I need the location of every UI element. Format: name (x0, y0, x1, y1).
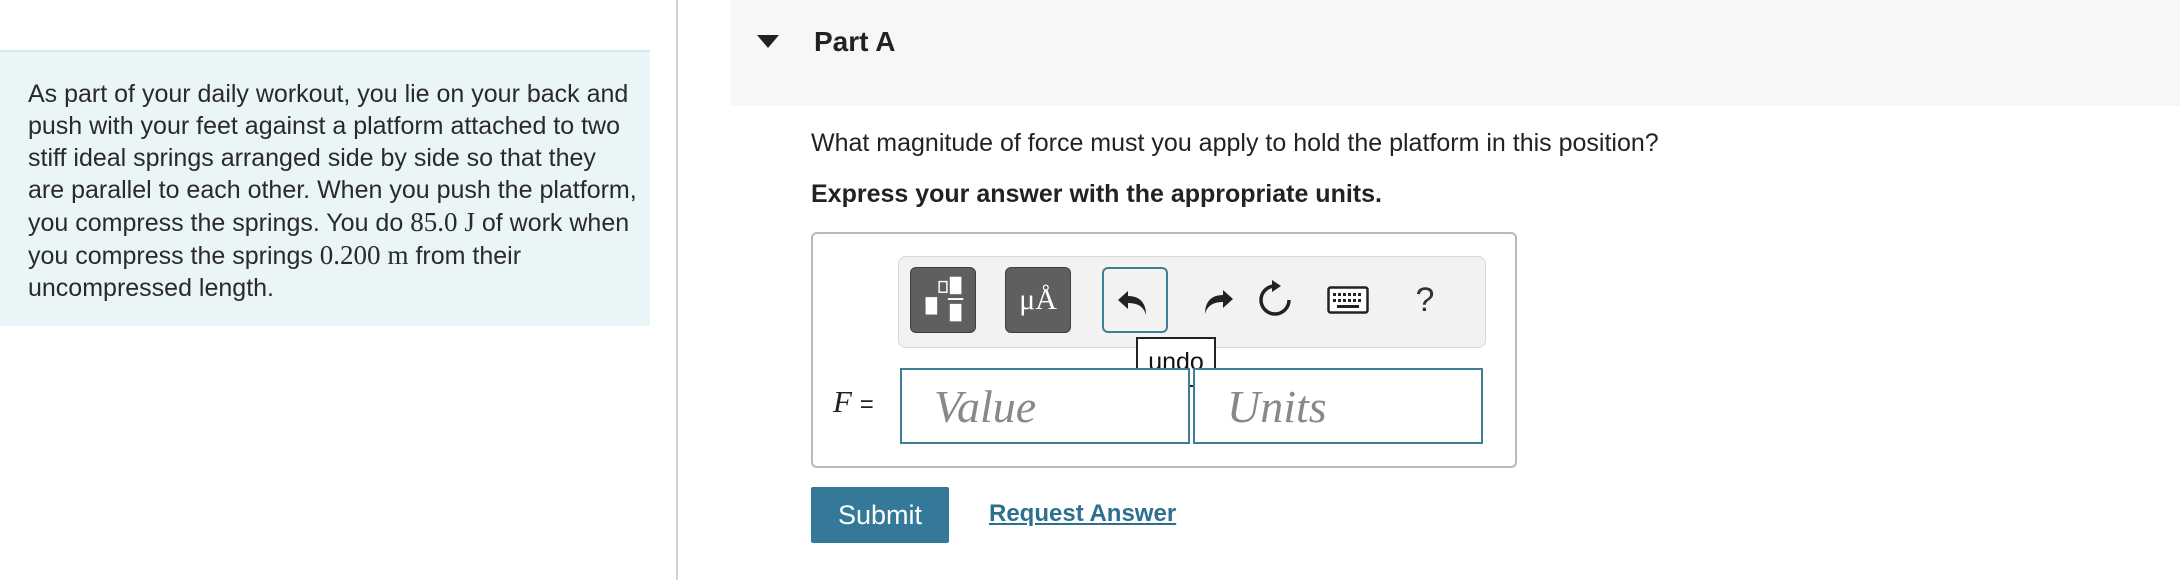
value-input[interactable] (900, 368, 1190, 444)
request-answer-link[interactable]: Request Answer (989, 500, 1176, 528)
panel-divider (676, 0, 678, 580)
redo-button[interactable] (1191, 267, 1243, 333)
part-header[interactable]: Part A (730, 0, 2180, 106)
math-toolbar: μÅ ? (898, 256, 1486, 348)
problem-text: As part of your daily workout, you lie o… (28, 80, 637, 302)
work-unit: J (464, 207, 475, 237)
units-input[interactable] (1193, 368, 1483, 444)
submit-button[interactable]: Submit (811, 487, 949, 543)
reset-button[interactable] (1249, 267, 1301, 333)
problem-panel: As part of your daily workout, you lie o… (0, 50, 650, 326)
undo-button[interactable] (1102, 267, 1168, 333)
collapse-caret-icon[interactable] (757, 35, 779, 48)
templates-button[interactable] (910, 267, 976, 333)
part-title: Part A (814, 26, 896, 57)
help-button[interactable]: ? (1399, 267, 1451, 333)
distance-unit: m (387, 240, 409, 270)
undo-arrow-icon (1118, 291, 1146, 315)
instruction-text: Express your answer with the appropriate… (811, 180, 1382, 208)
question-text: What magnitude of force must you apply t… (811, 129, 1659, 157)
answer-box: μÅ ? undo F = Value Units (811, 232, 1517, 468)
units-label: μÅ (1019, 283, 1057, 316)
answer-variable-label: F = (833, 384, 874, 419)
keyboard-button[interactable] (1317, 267, 1379, 333)
redo-arrow-icon (1205, 290, 1233, 314)
units-button[interactable]: μÅ (1005, 267, 1071, 333)
keyboard-icon (1327, 286, 1369, 314)
fraction-template-icon (925, 276, 964, 322)
distance-value: 0.200 (319, 240, 381, 270)
work-value: 85.0 (410, 207, 458, 237)
reset-icon (1259, 280, 1291, 316)
